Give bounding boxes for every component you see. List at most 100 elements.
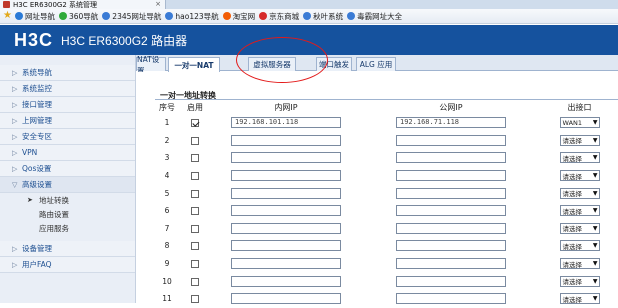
table-row: 3 请选择 ▼	[155, 149, 618, 167]
out-port-select[interactable]: WAN1 ▼	[559, 117, 600, 129]
table-row: 6 请选择 ▼	[155, 202, 618, 220]
favorite-link[interactable]: 秋叶系统	[303, 11, 343, 22]
favorite-link[interactable]: 毒霸网址大全	[347, 11, 402, 22]
sidebar-item-security[interactable]: ▷ 安全专区	[0, 129, 135, 145]
enable-checkbox[interactable]	[191, 277, 199, 286]
chevron-down-icon: ▼	[592, 189, 598, 197]
chevron-down-icon: ▼	[592, 260, 598, 268]
out-port-select[interactable]: 请选择 ▼	[559, 152, 600, 164]
sidebar-item-user-faq[interactable]: ▷ 用户FAQ	[0, 257, 135, 273]
row-index: 2	[164, 135, 170, 145]
row-index: 11	[162, 294, 172, 304]
table-row: 10 请选择 ▼	[155, 272, 618, 290]
public-ip-input[interactable]	[396, 275, 506, 287]
tab-one-to-one-nat[interactable]: 一对一NAT	[168, 57, 220, 72]
sidebar-item-advanced[interactable]: ▽ 高级设置	[0, 177, 135, 193]
enable-checkbox[interactable]	[191, 224, 199, 233]
inner-ip-input[interactable]	[231, 134, 341, 146]
out-port-select[interactable]: 请选择 ▼	[559, 205, 600, 217]
tab-alg[interactable]: ALG 应用	[356, 57, 396, 71]
table-row: 7 请选择 ▼	[155, 220, 618, 238]
public-ip-cell	[361, 202, 541, 220]
sidebar-item-label: Qos设置	[22, 164, 52, 173]
inner-ip-input[interactable]: 192.168.101.118	[231, 117, 341, 129]
browser-tab-strip: H3C ER6300G2 系统管理 ×	[0, 0, 618, 9]
favorites-star-icon[interactable]: ★	[3, 11, 12, 21]
public-ip-input[interactable]	[396, 187, 506, 199]
inner-ip-cell	[211, 290, 361, 308]
public-ip-input[interactable]	[396, 134, 506, 146]
sidebar-item-qos[interactable]: ▷ Qos设置	[0, 161, 135, 177]
public-ip-input[interactable]	[396, 170, 506, 182]
enable-checkbox[interactable]	[191, 207, 199, 216]
inner-ip-input[interactable]	[231, 205, 341, 217]
favorite-link[interactable]: hao123导航	[165, 11, 219, 22]
public-ip-input[interactable]	[396, 240, 506, 252]
favorite-link-label: 360导航	[68, 11, 99, 21]
select-value: 请选择	[562, 190, 583, 199]
chevron-right-icon: ▷	[12, 164, 18, 173]
enable-checkbox[interactable]	[191, 242, 199, 251]
public-ip-input[interactable]: 192.168.71.118	[396, 117, 506, 129]
sidebar-item-label: 接口管理	[22, 100, 52, 109]
out-port-select[interactable]: 请选择 ▼	[559, 275, 600, 287]
out-port-select[interactable]: 请选择 ▼	[559, 170, 600, 182]
public-ip-input[interactable]	[396, 152, 506, 164]
sidebar-item-system-monitor[interactable]: ▷ 系统监控	[0, 81, 135, 97]
close-tab-icon[interactable]: ×	[155, 0, 161, 9]
public-ip-cell	[361, 255, 541, 273]
favorite-link[interactable]: 淘宝网	[222, 11, 255, 22]
public-ip-cell	[361, 132, 541, 150]
favorite-link[interactable]: 360导航	[58, 11, 99, 22]
public-ip-input[interactable]	[396, 222, 506, 234]
sidebar-item-internet-mgmt[interactable]: ▷ 上网管理	[0, 113, 135, 129]
out-port-select[interactable]: 请选择 ▼	[559, 240, 600, 252]
enable-cell	[179, 114, 211, 132]
enable-checkbox[interactable]	[191, 154, 199, 163]
inner-ip-input[interactable]	[231, 275, 341, 287]
sidebar-item-vpn[interactable]: ▷ VPN	[0, 145, 135, 161]
sidebar-subitem-label: 路由设置	[39, 209, 69, 219]
tab-nat-settings[interactable]: NAT设置	[136, 55, 166, 75]
sidebar-item-interface-mgmt[interactable]: ▷ 接口管理	[0, 97, 135, 113]
out-port-select[interactable]: 请选择 ▼	[559, 222, 600, 234]
select-value: 请选择	[562, 137, 583, 146]
select-value: 请选择	[562, 172, 583, 181]
browser-tab[interactable]: H3C ER6300G2 系统管理 ×	[0, 0, 166, 9]
enable-checkbox[interactable]	[191, 119, 199, 128]
inner-ip-input[interactable]	[231, 152, 341, 164]
out-port-select[interactable]: 请选择 ▼	[559, 134, 600, 146]
favorite-link[interactable]: 京东商城	[259, 11, 299, 22]
chevron-down-icon: ▼	[592, 136, 598, 144]
enable-checkbox[interactable]	[191, 260, 199, 269]
inner-ip-input[interactable]	[231, 258, 341, 270]
favorite-link-label: hao123导航	[175, 11, 219, 21]
inner-ip-input[interactable]	[231, 187, 341, 199]
public-ip-input[interactable]	[396, 205, 506, 217]
enable-cell	[179, 149, 211, 167]
enable-checkbox[interactable]	[191, 136, 199, 145]
enable-checkbox[interactable]	[191, 295, 199, 304]
out-port-cell: WAN1 ▼	[541, 114, 618, 132]
public-ip-cell	[361, 220, 541, 238]
favorite-link[interactable]: 2345网址导航	[102, 11, 161, 22]
sidebar-subitem-nat[interactable]: ➤ 地址转换	[0, 193, 135, 207]
enable-checkbox[interactable]	[191, 189, 199, 198]
row-index: 4	[164, 171, 170, 181]
inner-ip-cell	[211, 149, 361, 167]
inner-ip-input[interactable]	[231, 240, 341, 252]
out-port-select[interactable]: 请选择 ▼	[559, 187, 600, 199]
enable-checkbox[interactable]	[191, 172, 199, 181]
inner-ip-input[interactable]	[231, 170, 341, 182]
inner-ip-input[interactable]	[231, 222, 341, 234]
sidebar-item-system-nav[interactable]: ▷ 系统导航	[0, 65, 135, 81]
favorite-link[interactable]: 网址导航	[14, 11, 55, 22]
arrow-right-icon: ➤	[27, 196, 33, 204]
table-row: 8 请选择 ▼	[155, 237, 618, 255]
public-ip-input[interactable]	[396, 258, 506, 270]
section-divider	[155, 99, 618, 100]
sidebar-item-device-mgmt[interactable]: ▷ 设备管理	[0, 241, 135, 257]
sidebar-subitem-routing[interactable]: 路由设置	[0, 207, 135, 221]
sidebar-subitem-app-service[interactable]: 应用服务	[0, 221, 135, 235]
out-port-select[interactable]: 请选择 ▼	[559, 258, 600, 270]
